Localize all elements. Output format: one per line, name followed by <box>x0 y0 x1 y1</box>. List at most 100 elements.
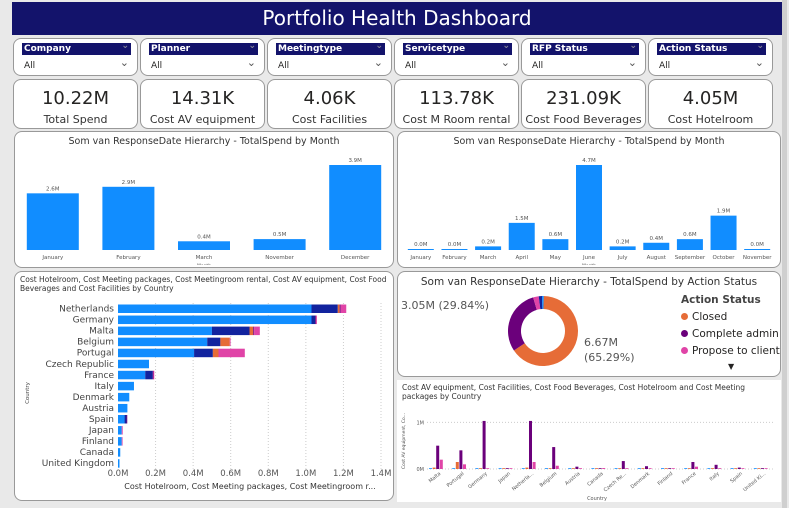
filter-value[interactable]: All <box>405 61 416 71</box>
bar-segment[interactable] <box>249 326 254 336</box>
column[interactable] <box>591 468 595 469</box>
bar-segment[interactable] <box>118 337 208 347</box>
bar-july[interactable] <box>609 246 636 250</box>
column[interactable] <box>532 462 536 469</box>
column[interactable] <box>691 462 695 469</box>
bar-march[interactable] <box>178 241 230 250</box>
bar-september[interactable] <box>676 239 703 250</box>
bar-segment[interactable] <box>118 392 130 402</box>
bar-january[interactable] <box>26 193 79 250</box>
column[interactable] <box>479 468 482 469</box>
bar-august[interactable] <box>643 242 670 250</box>
column[interactable] <box>602 468 606 469</box>
filter-meetingtype[interactable]: Meetingtype All ⌄ <box>267 38 392 76</box>
legend-item-closed[interactable]: Closed <box>681 309 780 326</box>
column[interactable] <box>664 468 668 469</box>
page-scrollbar[interactable] <box>782 0 787 508</box>
bar-segment[interactable] <box>118 426 122 435</box>
bar-segment[interactable] <box>153 370 155 380</box>
bar-segment[interactable] <box>118 304 312 314</box>
column[interactable] <box>668 468 672 469</box>
column[interactable] <box>645 466 648 469</box>
bar-segment[interactable] <box>254 326 260 336</box>
column[interactable] <box>661 468 664 469</box>
bar-segment[interactable] <box>124 415 127 424</box>
bar-segment[interactable] <box>218 348 245 358</box>
bar-november[interactable] <box>744 249 771 250</box>
column[interactable] <box>641 468 645 469</box>
filter-action-status[interactable]: Action Status All ⌄ <box>648 38 773 76</box>
column[interactable] <box>571 468 575 469</box>
chevron-down-icon[interactable]: ⌄ <box>120 56 129 69</box>
column[interactable] <box>436 445 440 469</box>
column[interactable] <box>548 468 552 469</box>
chevron-down-icon[interactable]: ⌄ <box>755 56 764 69</box>
column[interactable] <box>502 468 506 469</box>
column[interactable] <box>595 468 598 469</box>
legend-item-complete-admin[interactable]: Complete admin <box>681 326 780 343</box>
column[interactable] <box>459 450 463 469</box>
bar-segment[interactable] <box>121 437 123 446</box>
bar-segment[interactable] <box>118 437 122 446</box>
bar-segment[interactable] <box>118 448 121 457</box>
bar-may[interactable] <box>542 239 569 250</box>
filter-value[interactable]: All <box>278 61 289 71</box>
bar-segment[interactable] <box>212 348 219 358</box>
bar-segment[interactable] <box>220 337 230 347</box>
bar-june[interactable] <box>576 165 602 250</box>
column[interactable] <box>555 465 559 469</box>
bar-segment[interactable] <box>118 326 212 336</box>
chevron-down-icon[interactable]: ⌄ <box>247 56 256 69</box>
bar-segment[interactable] <box>118 359 149 369</box>
filter-company[interactable]: Company All ⌄ <box>13 38 138 76</box>
bar-march[interactable] <box>475 246 502 250</box>
column[interactable] <box>475 468 479 469</box>
bar-segment[interactable] <box>121 426 123 435</box>
column[interactable] <box>734 468 738 469</box>
bar-segment[interactable] <box>118 459 120 468</box>
bar-segment[interactable] <box>118 315 312 325</box>
column[interactable] <box>575 466 579 469</box>
bar-january[interactable] <box>407 249 434 250</box>
filter-rfp-status[interactable]: RFP Status All ⌄ <box>521 38 646 76</box>
column[interactable] <box>452 468 456 469</box>
filter-servicetype[interactable]: Servicetype All ⌄ <box>394 38 519 76</box>
column[interactable] <box>545 468 548 469</box>
legend-scroll-down-icon[interactable]: ▼ <box>728 362 734 371</box>
bar-segment[interactable] <box>118 348 195 358</box>
column[interactable] <box>648 468 652 469</box>
column[interactable] <box>455 462 459 469</box>
bar-segment[interactable] <box>337 304 340 314</box>
bar-segment[interactable] <box>340 304 347 314</box>
column[interactable] <box>568 468 572 469</box>
column[interactable] <box>761 468 764 469</box>
chevron-down-icon[interactable]: ⌄ <box>374 56 383 69</box>
bar-segment[interactable] <box>253 326 255 336</box>
column[interactable] <box>525 467 529 469</box>
donut-slice-complete-admin[interactable] <box>508 297 537 351</box>
column[interactable] <box>498 468 502 469</box>
column[interactable] <box>711 468 714 469</box>
bar-november[interactable] <box>253 239 306 250</box>
chevron-down-icon[interactable]: ⌄ <box>501 56 510 69</box>
bar-segment[interactable] <box>316 315 317 325</box>
column[interactable] <box>687 468 691 469</box>
column[interactable] <box>432 467 436 469</box>
column[interactable] <box>552 447 556 469</box>
bar-december[interactable] <box>329 165 382 250</box>
column[interactable] <box>486 468 490 469</box>
bar-segment[interactable] <box>311 315 316 325</box>
filter-value[interactable]: All <box>532 61 543 71</box>
column[interactable] <box>521 468 525 469</box>
column[interactable] <box>737 467 741 469</box>
chevron-down-icon[interactable]: ⌄ <box>628 56 637 69</box>
bar-segment[interactable] <box>118 415 125 424</box>
column[interactable] <box>621 461 625 469</box>
column[interactable] <box>718 468 722 469</box>
bar-segment[interactable] <box>194 348 213 358</box>
column[interactable] <box>730 468 734 469</box>
bar-segment[interactable] <box>145 370 153 380</box>
column[interactable] <box>463 464 466 469</box>
bar-segment[interactable] <box>311 304 338 314</box>
bar-segment[interactable] <box>126 415 128 424</box>
